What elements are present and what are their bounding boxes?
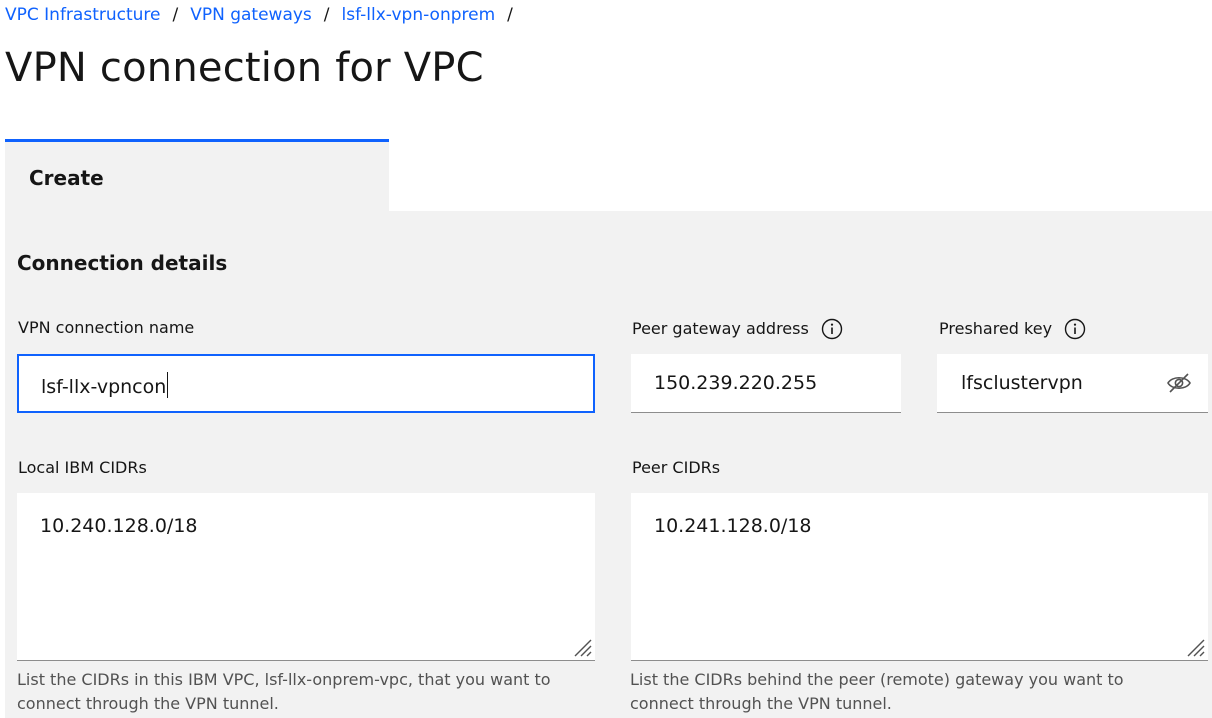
section-title: Connection details bbox=[17, 251, 228, 275]
tab-create[interactable]: Create bbox=[5, 139, 389, 211]
peer-gateway-label-text: Peer gateway address bbox=[632, 319, 809, 338]
preshared-key-label-text: Preshared key bbox=[939, 319, 1053, 338]
connection-name-label-text: VPN connection name bbox=[18, 318, 195, 337]
preshared-key-value: lfsclustervpn bbox=[961, 372, 1083, 394]
breadcrumb-separator: / bbox=[507, 5, 513, 25]
connection-name-input[interactable]: lsf-llx-vpncon bbox=[17, 354, 595, 413]
peer-cidrs-label: Peer CIDRs bbox=[632, 458, 720, 478]
info-icon[interactable] bbox=[1064, 318, 1086, 340]
preshared-key-label: Preshared key bbox=[939, 318, 1086, 340]
local-cidrs-value: 10.240.128.0/18 bbox=[40, 515, 198, 537]
connection-name-value-text: lsf-llx-vpncon bbox=[41, 376, 167, 398]
eye-off-icon[interactable] bbox=[1166, 371, 1192, 395]
peer-gateway-value: 150.239.220.255 bbox=[654, 372, 818, 394]
text-cursor bbox=[167, 372, 169, 398]
local-cidrs-helper: List the CIDRs in this IBM VPC, lsf-llx-… bbox=[17, 670, 551, 713]
connection-name-value: lsf-llx-vpncon bbox=[41, 372, 169, 399]
breadcrumb-vpc-infrastructure[interactable]: VPC Infrastructure bbox=[5, 5, 160, 25]
local-cidrs-label: Local IBM CIDRs bbox=[18, 458, 147, 478]
page-title: VPN connection for VPC bbox=[5, 45, 484, 91]
local-cidrs-label-text: Local IBM CIDRs bbox=[18, 458, 147, 477]
breadcrumb-separator: / bbox=[323, 5, 330, 25]
tab-create-label: Create bbox=[29, 166, 104, 190]
connection-name-label: VPN connection name bbox=[18, 318, 194, 338]
preshared-key-input[interactable]: lfsclustervpn bbox=[937, 354, 1208, 413]
breadcrumb-gateway-name[interactable]: lsf-llx-vpn-onprem bbox=[342, 5, 496, 25]
breadcrumb: VPC Infrastructure / VPN gateways / lsf-llx-… bbox=[5, 4, 525, 26]
peer-gateway-input[interactable]: 150.239.220.255 bbox=[631, 354, 901, 413]
breadcrumb-vpn-gateways[interactable]: VPN gateways bbox=[190, 5, 312, 25]
peer-cidrs-label-text: Peer CIDRs bbox=[632, 458, 721, 477]
peer-cidrs-helper: List the CIDRs behind the peer (remote) … bbox=[630, 670, 1124, 713]
resize-handle-icon[interactable] bbox=[1184, 636, 1206, 658]
peer-gateway-label: Peer gateway address bbox=[632, 318, 843, 340]
info-icon[interactable] bbox=[821, 318, 843, 340]
peer-cidrs-textarea[interactable]: 10.241.128.0/18 bbox=[631, 493, 1208, 661]
peer-cidrs-value: 10.241.128.0/18 bbox=[654, 515, 812, 537]
breadcrumb-separator: / bbox=[172, 5, 179, 25]
local-cidrs-textarea[interactable]: 10.240.128.0/18 bbox=[17, 493, 595, 661]
resize-handle-icon[interactable] bbox=[571, 636, 593, 658]
